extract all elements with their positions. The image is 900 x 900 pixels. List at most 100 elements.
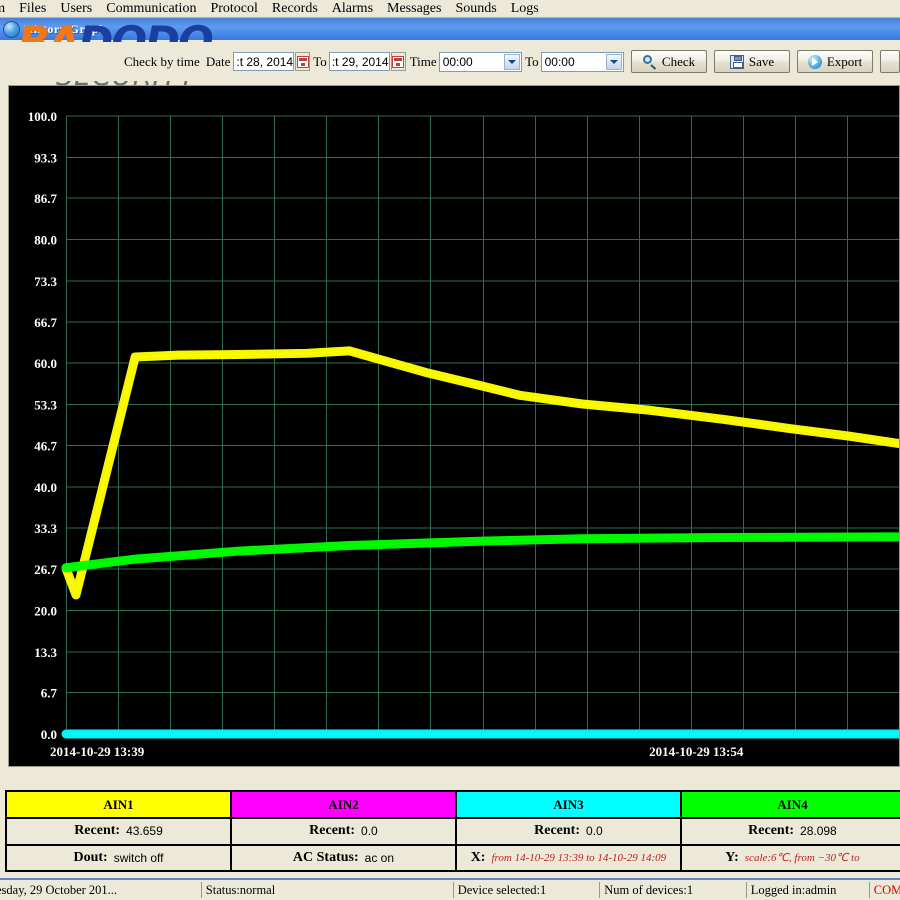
legend-column-ain2: AIN2 Recent: 0.0 AC Status: ac on — [229, 790, 455, 872]
chevron-down-icon-time-to[interactable] — [606, 53, 623, 70]
legend-x-range-ain3: X: from 14-10-29 13:39 to 14-10-29 14:09 — [456, 845, 680, 870]
chart-canvas: 100.0 93.3 86.7 80.0 73.3 66.7 60.0 53.3 46.7 40.… — [9, 86, 899, 766]
to-label-date: To — [313, 53, 327, 69]
export-button[interactable]: Export — [797, 50, 874, 73]
time-from-select[interactable]: 00:00 — [438, 51, 523, 72]
save-button-label: Save — [748, 53, 775, 69]
svg-text:40.0: 40.0 — [34, 480, 57, 495]
time-to-select[interactable]: 00:00 — [540, 51, 625, 72]
svg-text:73.3: 73.3 — [34, 274, 57, 289]
to-label-time: To — [525, 53, 539, 69]
svg-text:6.7: 6.7 — [41, 686, 58, 701]
menu-item-users[interactable]: Users — [53, 0, 99, 17]
menu-item-protocol[interactable]: Protocol — [203, 0, 264, 17]
svg-text:60.0: 60.0 — [34, 356, 57, 371]
time-to-value: 00:00 — [544, 54, 575, 69]
legend-recent-value-ain3: 0.0 — [586, 824, 603, 839]
svg-text:80.0: 80.0 — [34, 233, 57, 248]
svg-text:46.7: 46.7 — [34, 438, 57, 453]
svg-text:26.7: 26.7 — [34, 562, 57, 577]
legend-recent-label-ain2: Recent: — [309, 823, 356, 839]
legend-header-ain2: AIN2 — [231, 792, 455, 819]
legend-recent-ain4: Recent: 28.098 — [681, 819, 900, 846]
legend-ac-status-value: ac on — [364, 850, 394, 865]
export-button-label: Export — [826, 53, 863, 69]
svg-text:86.7: 86.7 — [34, 191, 57, 206]
svg-text:100.0: 100.0 — [28, 109, 57, 124]
window-title: History Graph — [24, 21, 107, 36]
legend-ac-status-ain2: AC Status: ac on — [231, 845, 455, 870]
menu-item-sounds[interactable]: Sounds — [448, 0, 503, 17]
save-button[interactable]: Save — [714, 50, 791, 73]
svg-text:2014-10-29 13:54: 2014-10-29 13:54 — [649, 744, 744, 759]
globe-icon — [3, 20, 20, 38]
channel-legend-panel: AIN1 Recent: 43.659 Dout: switch off AIN… — [5, 790, 900, 872]
history-graph-titlebar: History Graph — [0, 17, 900, 40]
legend-y-scale-label: Y: — [725, 849, 739, 865]
svg-text:93.3: 93.3 — [34, 150, 57, 165]
legend-x-range-label: X: — [470, 849, 486, 865]
legend-recent-label-ain4: Recent: — [748, 823, 795, 839]
time-from-value: 00:00 — [442, 54, 473, 69]
check-by-time-label: Check by time — [124, 53, 200, 69]
check-button[interactable]: Check — [631, 50, 708, 73]
menu-item-communication[interactable]: Communication — [99, 0, 203, 17]
status-logged-in: Logged in:admin — [745, 882, 869, 898]
legend-header-ain3: AIN3 — [456, 792, 680, 819]
time-label: Time — [409, 53, 437, 69]
legend-header-ain1: AIN1 — [7, 792, 230, 819]
legend-dout-ain1: Dout: switch off — [7, 845, 230, 870]
menu-item-records[interactable]: Records — [265, 0, 325, 17]
legend-x-range-value: from 14-10-29 13:39 to 14-10-29 14:09 — [491, 851, 667, 864]
svg-text:13.3: 13.3 — [34, 645, 57, 660]
legend-column-ain3: AIN3 Recent: 0.0 X: from 14-10-29 13:39 … — [454, 790, 680, 872]
calendar-icon-from[interactable] — [295, 52, 311, 71]
main-menu-bar: em Files Users Communication Protocol Re… — [0, 0, 900, 17]
chevron-down-icon-time-from[interactable] — [504, 53, 521, 70]
history-graph-chart[interactable]: 100.0 93.3 86.7 80.0 73.3 66.7 60.0 53.3 46.7 40.… — [8, 85, 900, 767]
date-from-input[interactable]: :t 28, 2014 — [233, 52, 295, 71]
calendar-icon-to[interactable] — [390, 52, 406, 71]
legend-recent-ain3: Recent: 0.0 — [456, 819, 680, 846]
svg-text:33.3: 33.3 — [34, 521, 57, 536]
legend-y-scale-ain4: Y: scale:6℃, from −30℃ to — [681, 845, 900, 870]
check-button-label: Check — [661, 53, 696, 69]
menu-item-system[interactable]: em — [0, 0, 12, 17]
svg-text:20.0: 20.0 — [34, 603, 57, 618]
legend-recent-label-ain1: Recent: — [74, 823, 121, 839]
svg-text:66.7: 66.7 — [34, 315, 57, 330]
legend-column-ain1: AIN1 Recent: 43.659 Dout: switch off — [5, 790, 230, 872]
status-num-devices: Num of devices:1 — [599, 882, 745, 898]
application-window: em Files Users Communication Protocol Re… — [0, 0, 900, 900]
export-icon — [807, 54, 822, 69]
extra-button[interactable] — [880, 50, 900, 73]
status-device-selected: Device selected:1 — [452, 882, 599, 898]
search-icon — [642, 54, 657, 69]
menu-item-logs[interactable]: Logs — [504, 0, 546, 17]
floppy-disk-icon — [729, 54, 744, 69]
legend-dout-label: Dout: — [73, 849, 108, 865]
status-normal: Status:normal — [200, 882, 453, 898]
legend-recent-ain1: Recent: 43.659 — [7, 819, 230, 846]
legend-header-ain4: AIN4 — [681, 792, 900, 819]
menu-item-files[interactable]: Files — [12, 0, 53, 17]
status-com: COM — [868, 882, 900, 898]
menu-item-alarms[interactable]: Alarms — [325, 0, 380, 17]
legend-y-scale-value: scale:6℃, from −30℃ to — [744, 852, 860, 865]
legend-column-ain4: AIN4 Recent: 28.098 Y: scale:6℃, from −3… — [679, 790, 900, 872]
legend-recent-value-ain1: 43.659 — [126, 824, 163, 839]
query-toolbar: Check by time Date :t 28, 2014 To :t 29,… — [0, 42, 900, 81]
legend-recent-ain2: Recent: 0.0 — [231, 819, 455, 846]
status-bar: esday, 29 October 201... Status:normal D… — [0, 878, 900, 900]
svg-text:0.0: 0.0 — [41, 727, 57, 742]
svg-text:2014-10-29 13:39: 2014-10-29 13:39 — [50, 744, 145, 759]
date-label: Date — [205, 53, 231, 69]
legend-dout-value: switch off — [113, 850, 164, 865]
menu-item-messages[interactable]: Messages — [380, 0, 448, 17]
legend-recent-value-ain2: 0.0 — [361, 824, 378, 839]
legend-ac-status-label: AC Status: — [292, 849, 359, 865]
legend-recent-value-ain4: 28.098 — [800, 824, 837, 839]
status-date: esday, 29 October 201... — [0, 882, 118, 897]
svg-text:53.3: 53.3 — [34, 398, 57, 413]
date-to-input[interactable]: :t 29, 2014 — [328, 52, 390, 71]
